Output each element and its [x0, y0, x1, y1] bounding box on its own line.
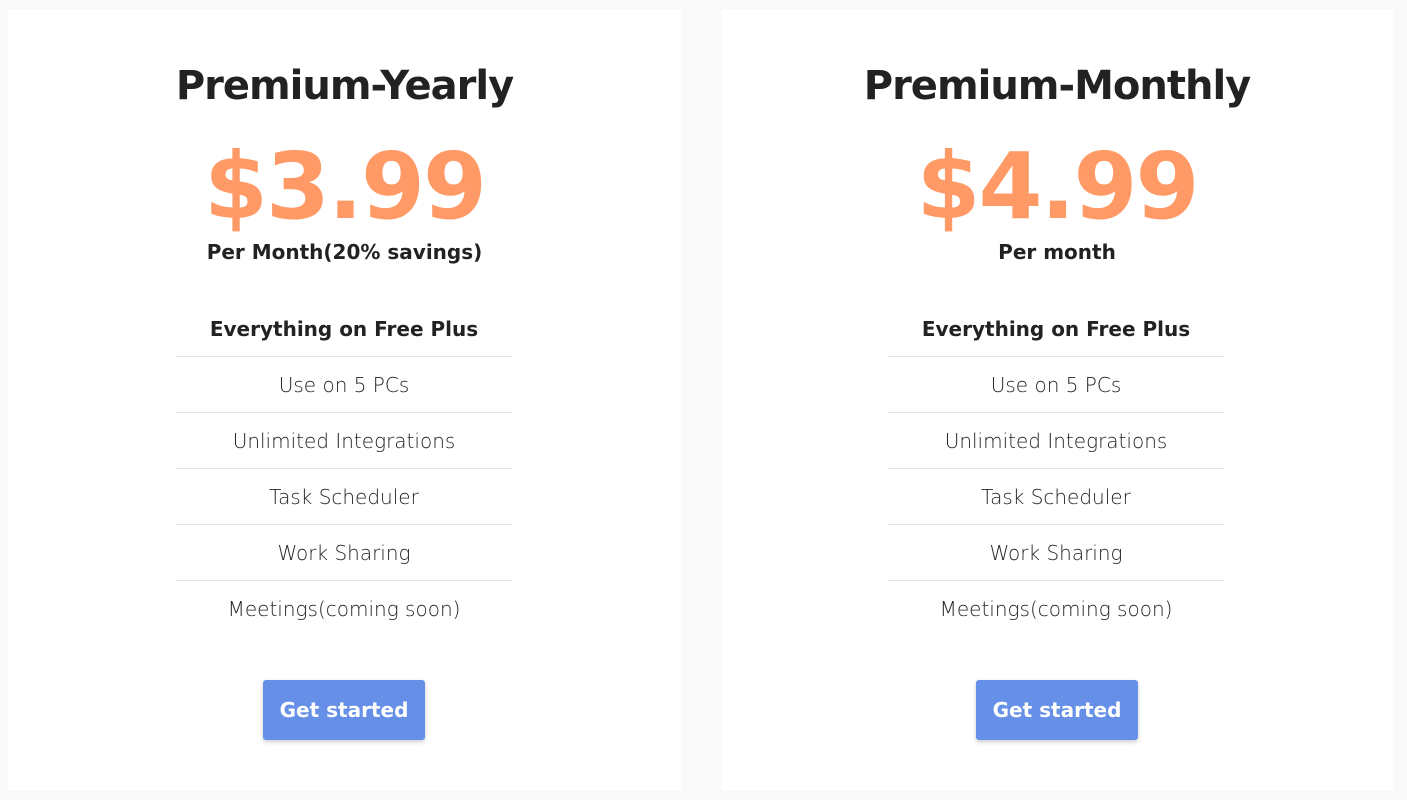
- feature-item: Work Sharing: [176, 525, 512, 581]
- feature-item: Everything on Free Plus: [176, 301, 512, 357]
- feature-item: Unlimited Integrations: [176, 413, 512, 469]
- plan-card-premium-yearly: Premium-Yearly $3.99 Per Month(20% savin…: [8, 9, 681, 791]
- feature-item: Meetings(coming soon): [939, 597, 1173, 621]
- feature-list: Everything on Free Plus Use on 5 PCs Unl…: [888, 301, 1224, 636]
- plan-period: Per month: [998, 240, 1116, 264]
- plan-title: Premium-Monthly: [863, 63, 1251, 109]
- feature-list: Everything on Free Plus Use on 5 PCs Unl…: [176, 301, 512, 636]
- feature-item: Use on 5 PCs: [176, 357, 512, 413]
- plan-price: $4.99: [916, 133, 1199, 240]
- plan-price: $3.99: [203, 133, 487, 240]
- plan-period: Per Month(20% savings): [206, 240, 483, 264]
- plan-card-premium-monthly: Premium-Monthly $4.99 Per month Everythi…: [721, 9, 1393, 791]
- feature-item: Unlimited Integrations: [888, 413, 1224, 469]
- feature-item: Work Sharing: [888, 525, 1224, 581]
- get-started-button[interactable]: Get started: [976, 680, 1138, 740]
- get-started-button[interactable]: Get started: [263, 680, 425, 740]
- feature-item: Everything on Free Plus: [888, 301, 1224, 357]
- feature-item: Task Scheduler: [888, 469, 1224, 525]
- feature-item: Task Scheduler: [176, 469, 512, 525]
- feature-item: Use on 5 PCs: [888, 357, 1224, 413]
- feature-item: Meetings(coming soon): [227, 597, 461, 621]
- plan-title: Premium-Yearly: [175, 63, 514, 109]
